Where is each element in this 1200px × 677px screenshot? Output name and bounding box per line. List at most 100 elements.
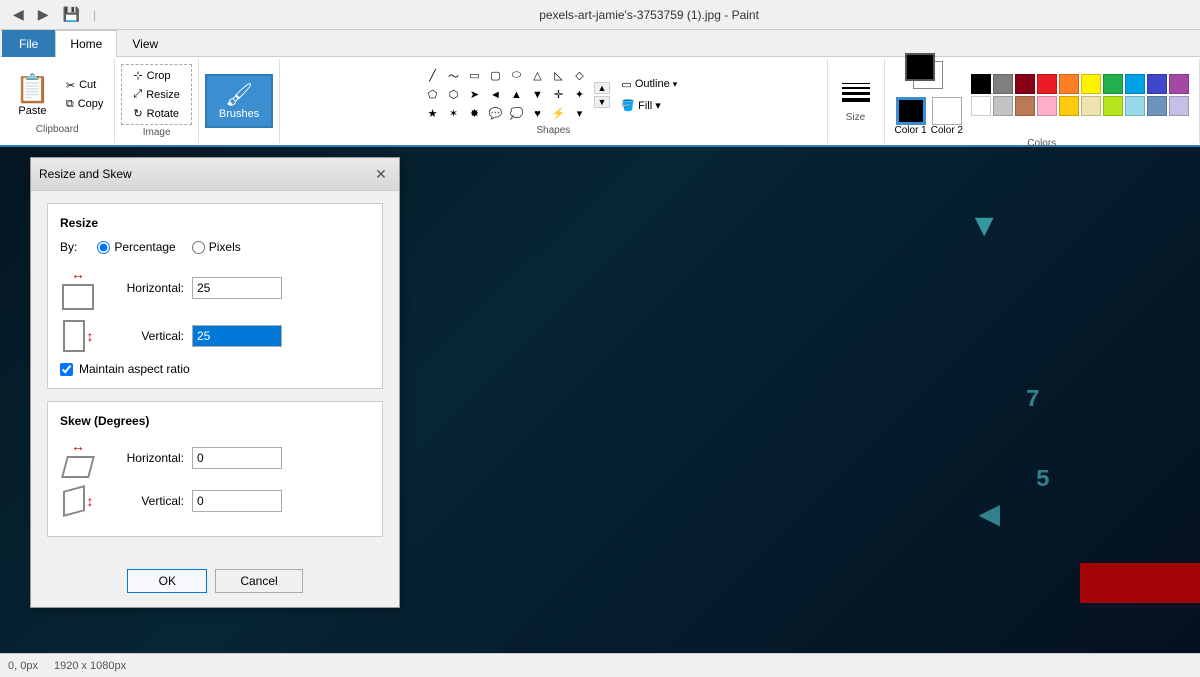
palette-color-10[interactable] bbox=[971, 96, 991, 116]
shape-hexagon[interactable]: ⬡ bbox=[444, 86, 464, 104]
dialog-body: Resize By: Percentage Pixels bbox=[31, 191, 399, 561]
fill-button[interactable]: 🪣 Fill ▾ bbox=[614, 96, 684, 115]
tab-file[interactable]: File bbox=[2, 30, 55, 57]
percentage-radio-label[interactable]: Percentage bbox=[97, 240, 175, 254]
palette-color-4[interactable] bbox=[1059, 74, 1079, 94]
color-boxes-container bbox=[905, 53, 953, 95]
shape-star4[interactable]: ✦ bbox=[570, 86, 590, 104]
skew-v-shape bbox=[63, 485, 85, 517]
crop-button[interactable]: ⊹ Crop bbox=[128, 67, 184, 84]
shape-ellipse[interactable]: ⬭ bbox=[507, 67, 527, 85]
palette-color-19[interactable] bbox=[1169, 96, 1189, 116]
color-labels: Color 1 Color 2 bbox=[895, 97, 964, 136]
resize-button[interactable]: ⤢ Resize bbox=[128, 86, 184, 103]
image-content: ⊹ Crop ⤢ Resize ↻ Rotate bbox=[121, 64, 191, 125]
maintain-aspect-checkbox[interactable] bbox=[60, 363, 73, 376]
shape-rect[interactable]: ▭ bbox=[465, 67, 485, 85]
pixels-radio-label[interactable]: Pixels bbox=[192, 240, 241, 254]
shape-pentagon[interactable]: ⬠ bbox=[423, 86, 443, 104]
tab-home[interactable]: Home bbox=[55, 30, 117, 57]
palette-color-7[interactable] bbox=[1125, 74, 1145, 94]
shape-scroll-dn[interactable]: ▾ bbox=[570, 105, 590, 123]
shape-arrow-d[interactable]: ▼ bbox=[528, 86, 548, 104]
dialog-title-bar[interactable]: Resize and Skew ✕ bbox=[31, 158, 399, 191]
shape-arrow-r[interactable]: ➤ bbox=[465, 86, 485, 104]
shape-wave[interactable]: 〜 bbox=[444, 67, 464, 85]
resize-horizontal-input[interactable] bbox=[192, 277, 282, 299]
palette-color-18[interactable] bbox=[1147, 96, 1167, 116]
palette-color-3[interactable] bbox=[1037, 74, 1057, 94]
brushes-button[interactable]: 🖌 Brushes bbox=[205, 74, 273, 128]
resize-vertical-input[interactable] bbox=[192, 325, 282, 347]
pixels-radio[interactable] bbox=[192, 241, 205, 254]
palette-color-17[interactable] bbox=[1125, 96, 1145, 116]
palette-color-8[interactable] bbox=[1147, 74, 1167, 94]
palette-color-11[interactable] bbox=[993, 96, 1013, 116]
shapes-scroll-up[interactable]: ▲ bbox=[594, 82, 611, 94]
skew-v-icon-container: ↕ bbox=[60, 488, 96, 514]
tab-view[interactable]: View bbox=[117, 30, 173, 57]
shape-triangle[interactable]: △ bbox=[528, 67, 548, 85]
percentage-radio[interactable] bbox=[97, 241, 110, 254]
shape-arrow-l[interactable]: ◄ bbox=[486, 86, 506, 104]
shape-4arrow[interactable]: ✛ bbox=[549, 86, 569, 104]
shape-roundrect[interactable]: ▢ bbox=[486, 67, 506, 85]
ok-button[interactable]: OK bbox=[127, 569, 207, 593]
v-arrows-icon: ↕ bbox=[87, 328, 94, 344]
skew-horizontal-input[interactable] bbox=[192, 447, 282, 469]
fill-icon: 🪣 bbox=[621, 99, 635, 112]
palette-color-9[interactable] bbox=[1169, 74, 1189, 94]
shape-star5[interactable]: ★ bbox=[423, 105, 443, 123]
color1-label: Color 1 bbox=[895, 125, 927, 136]
quick-save-button[interactable]: 💾 bbox=[58, 3, 85, 26]
color1-selected-box[interactable] bbox=[896, 97, 926, 125]
shape-rtriangle[interactable]: ◺ bbox=[549, 67, 569, 85]
palette-color-0[interactable] bbox=[971, 74, 991, 94]
outline-chevron: ▾ bbox=[673, 79, 678, 90]
colors-content: Color 1 Color 2 bbox=[895, 53, 1190, 136]
color2-selected-box[interactable] bbox=[932, 97, 962, 125]
skew-v-arrow: ↕ bbox=[87, 493, 94, 509]
ribbon-group-colors: Color 1 Color 2 Colors bbox=[885, 59, 1200, 143]
canvas-text-3: 7 bbox=[1026, 387, 1040, 414]
shape-diamond[interactable]: ◇ bbox=[570, 67, 590, 85]
palette-color-15[interactable] bbox=[1081, 96, 1101, 116]
shape-lightning[interactable]: ⚡ bbox=[549, 105, 569, 123]
brushes-label: Brushes bbox=[219, 108, 259, 120]
clipboard-small-buttons: ✂ Cut ⧉ Copy bbox=[61, 77, 109, 113]
dialog-close-button[interactable]: ✕ bbox=[371, 164, 391, 184]
shapes-scroll: ▲ ▼ bbox=[594, 82, 611, 108]
paste-button[interactable]: 📋 Paste bbox=[6, 67, 59, 122]
back-button[interactable]: ◀ bbox=[8, 3, 29, 26]
cancel-button[interactable]: Cancel bbox=[215, 569, 302, 593]
shapes-scroll-down[interactable]: ▼ bbox=[594, 96, 611, 108]
skew-vertical-input[interactable] bbox=[192, 490, 282, 512]
palette-color-2[interactable] bbox=[1015, 74, 1035, 94]
palette-color-12[interactable] bbox=[1015, 96, 1035, 116]
forward-button[interactable]: ▶ bbox=[33, 3, 54, 26]
canvas-text-4: 5 bbox=[1036, 467, 1050, 494]
rotate-button[interactable]: ↻ Rotate bbox=[128, 105, 184, 122]
resize-v-label: Vertical: bbox=[104, 329, 184, 343]
shape-arrow-u[interactable]: ▲ bbox=[507, 86, 527, 104]
shape-diagonal[interactable]: ╱ bbox=[423, 67, 443, 85]
palette-color-16[interactable] bbox=[1103, 96, 1123, 116]
shape-star6[interactable]: ✶ bbox=[444, 105, 464, 123]
palette-color-1[interactable] bbox=[993, 74, 1013, 94]
palette-color-6[interactable] bbox=[1103, 74, 1123, 94]
shape-starburst[interactable]: ✸ bbox=[465, 105, 485, 123]
outline-button[interactable]: ▭ Outline ▾ bbox=[614, 75, 684, 94]
palette-color-13[interactable] bbox=[1037, 96, 1057, 116]
shape-heart[interactable]: ♥ bbox=[528, 105, 548, 123]
shape-callout-r[interactable]: 💬 bbox=[486, 105, 506, 123]
palette-color-5[interactable] bbox=[1081, 74, 1101, 94]
copy-button[interactable]: ⧉ Copy bbox=[61, 96, 109, 113]
cut-button[interactable]: ✂ Cut bbox=[61, 77, 109, 94]
color1-box[interactable] bbox=[905, 53, 935, 81]
brushes-icon: 🖌 bbox=[225, 82, 253, 108]
shape-callout-l[interactable]: 💭 bbox=[507, 105, 527, 123]
skew-v-visual: ↕ bbox=[63, 488, 94, 514]
palette-color-14[interactable] bbox=[1059, 96, 1079, 116]
paste-icon: 📋 bbox=[15, 72, 50, 105]
pixel-position: 0, 0px bbox=[8, 660, 38, 672]
